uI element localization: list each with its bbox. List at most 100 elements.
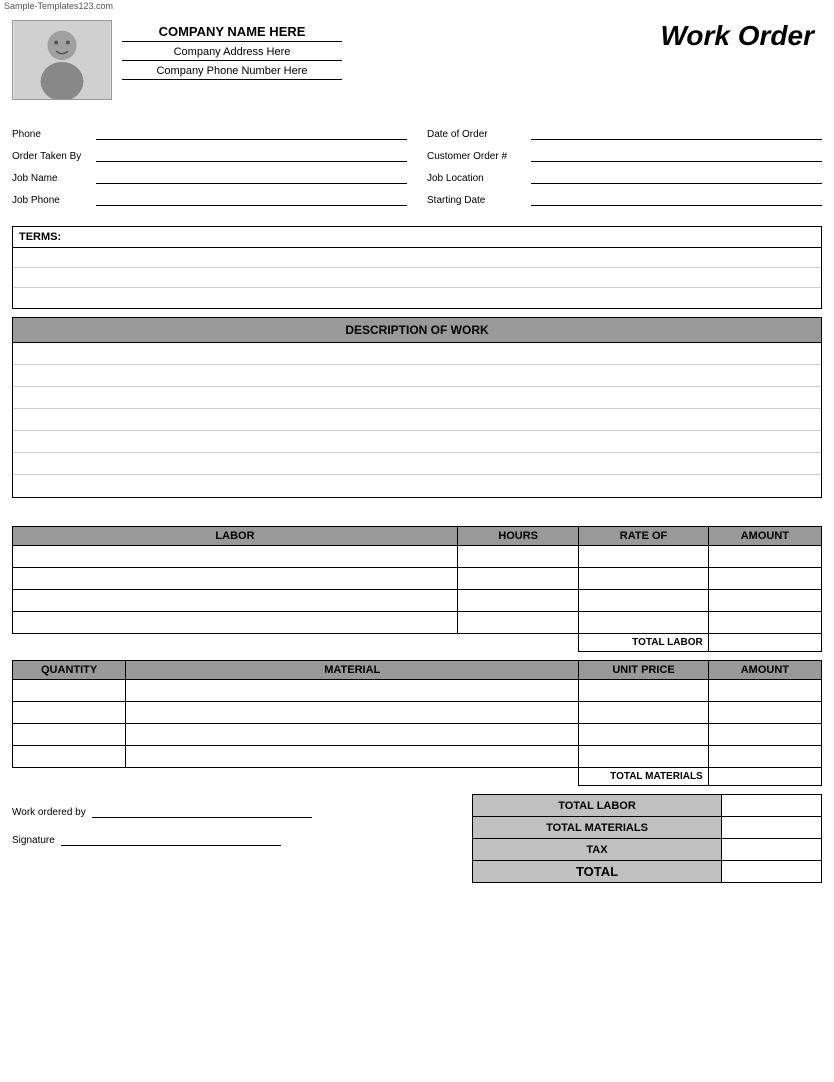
labor-hours-3[interactable]: [457, 590, 578, 612]
total-materials-value[interactable]: [708, 768, 821, 786]
labor-amount-2[interactable]: [708, 568, 821, 590]
work-ordered-by-input[interactable]: [92, 804, 312, 818]
fields-left: Phone Order Taken By Job Name Job Phone: [12, 126, 407, 206]
job-name-label: Job Name: [12, 173, 92, 184]
desc-row-7[interactable]: [13, 475, 821, 497]
subtotal-row-tax: TAX: [473, 839, 822, 861]
watermark-text: Sample-Templates123.com: [0, 0, 117, 13]
signature-input[interactable]: [61, 832, 281, 846]
signature-label: Signature: [12, 835, 55, 846]
mat-desc-1[interactable]: [126, 680, 579, 702]
mat-data-row-4[interactable]: [13, 746, 822, 768]
mat-data-row-2[interactable]: [13, 702, 822, 724]
mat-qty-3[interactable]: [13, 724, 126, 746]
desc-row-5[interactable]: [13, 431, 821, 453]
subtotal-tax-label: TAX: [473, 839, 722, 861]
fields-section: Phone Order Taken By Job Name Job Phone …: [0, 108, 834, 216]
labor-hours-1[interactable]: [457, 546, 578, 568]
mat-amount-4[interactable]: [708, 746, 821, 768]
desc-row-1[interactable]: [13, 343, 821, 365]
header: COMPANY NAME HERE Company Address Here C…: [0, 12, 834, 108]
labor-desc-3[interactable]: [13, 590, 458, 612]
customer-order-input[interactable]: [531, 148, 822, 162]
labor-amount-1[interactable]: [708, 546, 821, 568]
terms-header: TERMS:: [13, 227, 821, 248]
labor-data-row-1[interactable]: [13, 546, 822, 568]
watermark: Sample-Templates123.com: [0, 0, 834, 12]
customer-order-label: Customer Order #: [427, 151, 527, 162]
mat-desc-4[interactable]: [126, 746, 579, 768]
starting-date-label: Starting Date: [427, 195, 527, 206]
terms-row-3[interactable]: [13, 288, 821, 308]
labor-rate-2[interactable]: [579, 568, 708, 590]
phone-input[interactable]: [96, 126, 407, 140]
desc-row-2[interactable]: [13, 365, 821, 387]
materials-header-row: QUANTITY MATERIAL UNIT PRICE AMOUNT: [13, 661, 822, 680]
order-taken-by-input[interactable]: [96, 148, 407, 162]
mat-data-row-1[interactable]: [13, 680, 822, 702]
amount-col-header: AMOUNT: [708, 527, 821, 546]
materials-total-row: TOTAL MATERIALS: [13, 768, 822, 786]
labor-table-container: LABOR HOURS RATE OF AMOUNT: [12, 526, 822, 652]
materials-table-container: QUANTITY MATERIAL UNIT PRICE AMOUNT: [12, 660, 822, 786]
terms-row-2[interactable]: [13, 268, 821, 288]
order-taken-by-row: Order Taken By: [12, 148, 407, 162]
labor-hours-4[interactable]: [457, 612, 578, 634]
unit-price-col-header: UNIT PRICE: [579, 661, 708, 680]
labor-data-row-2[interactable]: [13, 568, 822, 590]
work-ordered-by-label: Work ordered by: [12, 807, 86, 818]
subtotal-total-value[interactable]: [722, 861, 822, 883]
mat-data-row-3[interactable]: [13, 724, 822, 746]
mat-total-empty: [13, 768, 579, 786]
labor-rate-4[interactable]: [579, 612, 708, 634]
labor-data-row-3[interactable]: [13, 590, 822, 612]
mat-qty-4[interactable]: [13, 746, 126, 768]
fields-right: Date of Order Customer Order # Job Locat…: [427, 126, 822, 206]
labor-rate-3[interactable]: [579, 590, 708, 612]
job-phone-row: Job Phone: [12, 192, 407, 206]
labor-amount-3[interactable]: [708, 590, 821, 612]
total-labor-value[interactable]: [708, 634, 821, 652]
subtotal-total-materials-value[interactable]: [722, 817, 822, 839]
phone-field-row: Phone: [12, 126, 407, 140]
labor-table: LABOR HOURS RATE OF AMOUNT: [12, 526, 822, 652]
quantity-col-header: QUANTITY: [13, 661, 126, 680]
mat-unit-price-1[interactable]: [579, 680, 708, 702]
job-phone-input[interactable]: [96, 192, 407, 206]
job-name-input[interactable]: [96, 170, 407, 184]
terms-section: TERMS:: [12, 226, 822, 309]
labor-amount-4[interactable]: [708, 612, 821, 634]
description-section: DESCRIPTION OF WORK: [12, 317, 822, 498]
subtotals-area: TOTAL LABOR TOTAL MATERIALS TAX TOTAL: [472, 794, 822, 883]
mat-desc-3[interactable]: [126, 724, 579, 746]
mat-unit-price-2[interactable]: [579, 702, 708, 724]
mat-desc-2[interactable]: [126, 702, 579, 724]
desc-row-6[interactable]: [13, 453, 821, 475]
job-location-input[interactable]: [531, 170, 822, 184]
mat-qty-1[interactable]: [13, 680, 126, 702]
desc-row-3[interactable]: [13, 387, 821, 409]
subtotal-tax-value[interactable]: [722, 839, 822, 861]
labor-header-row: LABOR HOURS RATE OF AMOUNT: [13, 527, 822, 546]
mat-amount-3[interactable]: [708, 724, 821, 746]
description-header: DESCRIPTION OF WORK: [13, 318, 821, 343]
title-area: Work Order: [660, 20, 822, 52]
subtotal-row-total-materials: TOTAL MATERIALS: [473, 817, 822, 839]
labor-rate-1[interactable]: [579, 546, 708, 568]
mat-amount-1[interactable]: [708, 680, 821, 702]
labor-data-row-4[interactable]: [13, 612, 822, 634]
mat-qty-2[interactable]: [13, 702, 126, 724]
date-of-order-input[interactable]: [531, 126, 822, 140]
mat-amount-2[interactable]: [708, 702, 821, 724]
work-ordered-by-row: Work ordered by: [12, 804, 312, 818]
labor-desc-1[interactable]: [13, 546, 458, 568]
labor-hours-2[interactable]: [457, 568, 578, 590]
mat-unit-price-4[interactable]: [579, 746, 708, 768]
terms-row-1[interactable]: [13, 248, 821, 268]
desc-row-4[interactable]: [13, 409, 821, 431]
mat-unit-price-3[interactable]: [579, 724, 708, 746]
labor-desc-2[interactable]: [13, 568, 458, 590]
labor-desc-4[interactable]: [13, 612, 458, 634]
subtotal-total-labor-value[interactable]: [722, 795, 822, 817]
starting-date-input[interactable]: [531, 192, 822, 206]
